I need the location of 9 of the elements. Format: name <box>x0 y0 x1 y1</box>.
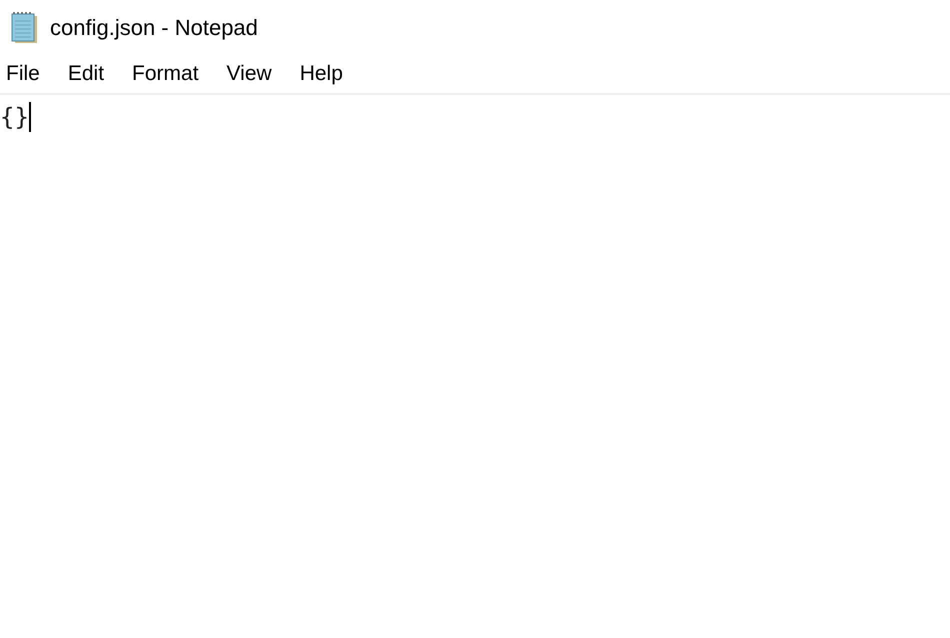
notepad-icon <box>10 12 40 44</box>
menu-item[interactable]: Format <box>126 58 205 90</box>
text-cursor <box>28 102 31 132</box>
menu-item[interactable]: File <box>0 58 46 90</box>
menu-item[interactable]: View <box>220 58 278 90</box>
menu-item[interactable]: Help <box>294 58 349 90</box>
editor-text[interactable]: {} <box>0 101 29 133</box>
menu-item[interactable]: Edit <box>62 58 110 90</box>
window-title: config.json - Notepad <box>50 14 258 42</box>
